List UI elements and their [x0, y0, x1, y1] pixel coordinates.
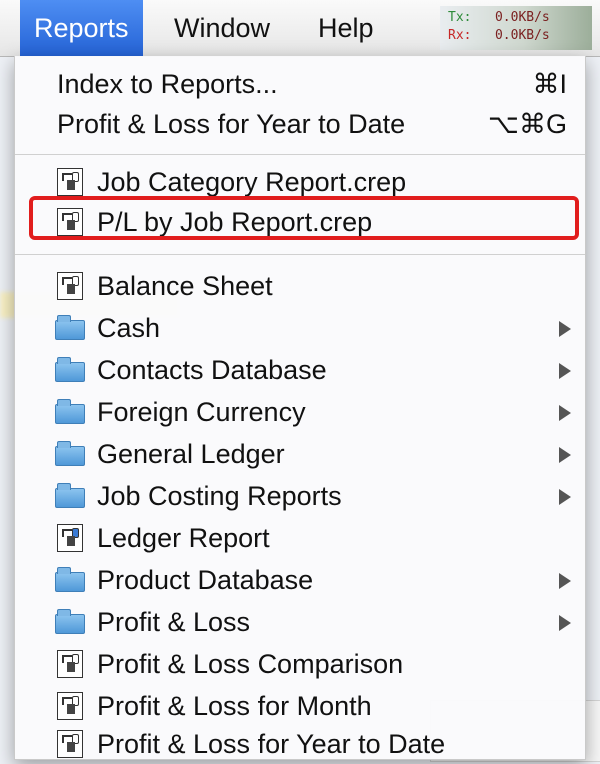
folder-icon: [55, 356, 85, 384]
menu-item-label: Profit & Loss: [97, 607, 251, 637]
folder-icon: [55, 482, 85, 510]
submenu-arrow-icon: [559, 573, 571, 589]
menu-item-label: Ledger Report: [97, 523, 270, 553]
menu-item-ledger-report[interactable]: Ledger Report: [15, 518, 585, 558]
menu-item-label: Profit & Loss for Month: [97, 691, 372, 721]
shortcut-label: ⌘I: [532, 69, 567, 99]
submenu-arrow-icon: [559, 321, 571, 337]
menu-window[interactable]: Window: [160, 0, 284, 56]
submenu-arrow-icon: [559, 363, 571, 379]
submenu-arrow-icon: [559, 489, 571, 505]
menu-help[interactable]: Help: [304, 0, 388, 56]
menu-item-label: General Ledger: [97, 439, 285, 469]
menu-item-label: Profit & Loss for Year to Date: [57, 109, 406, 139]
menu-item-pl-year-to-date[interactable]: Profit & Loss for Year to Date ⌥⌘G: [15, 104, 585, 144]
tx-value: 0.0KB/s: [494, 10, 550, 25]
menu-item-job-costing-reports[interactable]: Job Costing Reports: [15, 476, 585, 516]
menu-item-label: Cash: [97, 313, 161, 343]
menu-item-label: Job Costing Reports: [97, 481, 342, 511]
network-monitor: Tx: 0.0KB/s Rx: 0.0KB/s: [440, 6, 592, 50]
menu-item-label: Profit & Loss Comparison: [97, 649, 404, 679]
menu-item-contacts-database[interactable]: Contacts Database: [15, 350, 585, 390]
menu-item-pl-comparison[interactable]: Profit & Loss Comparison: [15, 644, 585, 684]
menu-item-label: Product Database: [97, 565, 314, 595]
rx-label: Rx:: [448, 28, 472, 43]
menu-reports[interactable]: Reports: [20, 0, 143, 56]
menu-item-label: Balance Sheet: [97, 271, 273, 301]
folder-icon: [55, 608, 85, 636]
submenu-arrow-icon: [559, 447, 571, 463]
menu-separator: [15, 154, 585, 155]
menu-item-label: Profit & Loss for Year to Date: [97, 729, 446, 759]
shortcut-label: ⌥⌘G: [487, 109, 567, 139]
folder-icon: [55, 314, 85, 342]
submenu-arrow-icon: [559, 615, 571, 631]
report-doc-icon: [55, 524, 85, 552]
tx-label: Tx:: [448, 10, 472, 25]
menu-item-label: Contacts Database: [97, 355, 327, 385]
folder-icon: [55, 398, 85, 426]
menu-item-pl-for-month[interactable]: Profit & Loss for Month: [15, 686, 585, 726]
rx-value: 0.0KB/s: [494, 28, 550, 43]
menu-item-cash[interactable]: Cash: [15, 308, 585, 348]
menu-item-foreign-currency[interactable]: Foreign Currency: [15, 392, 585, 432]
menu-bar: Reports Window Help Tx: 0.0KB/s Rx: 0.0K…: [0, 0, 600, 57]
menu-item-index-to-reports[interactable]: Index to Reports... ⌘I: [15, 64, 585, 104]
menu-item-product-database[interactable]: Product Database: [15, 560, 585, 600]
menu-item-pl-for-year-to-date-report[interactable]: Profit & Loss for Year to Date: [15, 724, 585, 764]
reports-dropdown-menu: Index to Reports... ⌘I Profit & Loss for…: [14, 56, 586, 760]
menu-item-general-ledger[interactable]: General Ledger: [15, 434, 585, 474]
folder-icon: [55, 566, 85, 594]
menu-item-balance-sheet[interactable]: Balance Sheet: [15, 266, 585, 306]
report-doc-icon: [55, 272, 85, 300]
report-doc-icon: [55, 692, 85, 720]
highlight-annotation-box: [29, 196, 579, 240]
report-doc-icon: [55, 730, 85, 758]
menu-item-label: Index to Reports...: [57, 69, 278, 99]
folder-icon: [55, 440, 85, 468]
report-doc-icon: [55, 650, 85, 678]
menu-item-profit-and-loss[interactable]: Profit & Loss: [15, 602, 585, 642]
menu-separator: [15, 254, 585, 255]
report-doc-icon: [55, 168, 85, 196]
menu-item-label: Foreign Currency: [97, 397, 306, 427]
submenu-arrow-icon: [559, 405, 571, 421]
